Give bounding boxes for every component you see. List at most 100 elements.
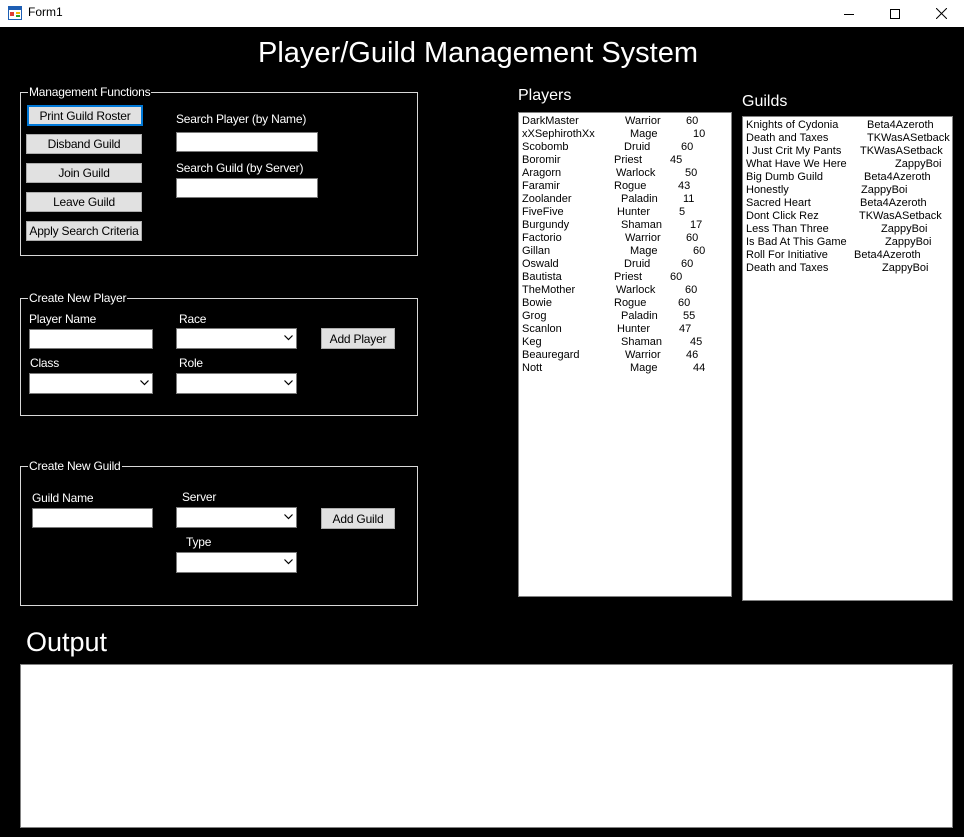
guild-list-item[interactable]: Big Dumb Guild Beta4Azeroth bbox=[746, 171, 952, 184]
leave-guild-button[interactable]: Leave Guild bbox=[26, 192, 142, 212]
player-class-cell: Hunter bbox=[617, 323, 651, 335]
class-dropdown[interactable] bbox=[29, 373, 153, 394]
window-title: Form1 bbox=[28, 5, 63, 19]
guild-list-item[interactable]: What Have We Here ZappyBoi bbox=[746, 158, 952, 171]
player-list-item[interactable]: FiveFive Hunter 5 bbox=[522, 206, 731, 219]
player-list-item[interactable]: DarkMaster Warrior 60 bbox=[522, 115, 731, 128]
type-dropdown[interactable] bbox=[176, 552, 297, 573]
search-player-input[interactable] bbox=[176, 132, 318, 152]
output-textbox[interactable] bbox=[20, 664, 953, 828]
guild-name-label: Guild Name bbox=[32, 491, 94, 505]
guild-list-item[interactable]: Death and Taxes ZappyBoi bbox=[746, 262, 952, 275]
guild-name-cell: Honestly bbox=[746, 184, 789, 196]
player-list-item[interactable]: xXSephirothXx Mage 10 bbox=[522, 128, 731, 141]
guild-server-cell: ZappyBoi bbox=[861, 184, 908, 196]
player-list-item[interactable]: Zoolander Paladin 11 bbox=[522, 193, 731, 206]
player-list-item[interactable]: Aragorn Warlock 50 bbox=[522, 167, 731, 180]
player-level-cell: 50 bbox=[685, 167, 698, 179]
player-list-item[interactable]: Keg Shaman 45 bbox=[522, 336, 731, 349]
player-list-item[interactable]: Factorio Warrior 60 bbox=[522, 232, 731, 245]
management-functions-title: Management Functions bbox=[28, 85, 152, 99]
player-list-item[interactable]: Faramir Rogue 43 bbox=[522, 180, 731, 193]
disband-guild-button[interactable]: Disband Guild bbox=[26, 134, 142, 154]
apply-search-criteria-button[interactable]: Apply Search Criteria bbox=[26, 221, 142, 241]
close-icon bbox=[935, 8, 947, 19]
player-class-cell: Priest bbox=[614, 271, 643, 283]
player-name-cell: Scanlon bbox=[522, 323, 562, 335]
player-list-item[interactable]: Bowie Rogue 60 bbox=[522, 297, 731, 310]
search-guild-input[interactable] bbox=[176, 178, 318, 198]
player-level-cell: 5 bbox=[679, 206, 686, 218]
player-list-item[interactable]: Bautista Priest 60 bbox=[522, 271, 731, 284]
player-name-cell: Boromir bbox=[522, 154, 561, 166]
player-level-cell: 46 bbox=[686, 349, 699, 361]
guild-name-cell: Is Bad At This Game bbox=[746, 236, 847, 248]
add-player-button[interactable]: Add Player bbox=[321, 328, 395, 349]
player-level-cell: 60 bbox=[670, 271, 683, 283]
guild-list-item[interactable]: Roll For Initiative Beta4Azeroth bbox=[746, 249, 952, 262]
print-guild-roster-button[interactable]: Print Guild Roster bbox=[27, 105, 143, 126]
player-level-cell: 45 bbox=[670, 154, 683, 166]
race-label: Race bbox=[179, 312, 207, 326]
player-list-item[interactable]: Burgundy Shaman 17 bbox=[522, 219, 731, 232]
close-button[interactable] bbox=[918, 0, 964, 27]
player-list-item[interactable]: Boromir Priest 45 bbox=[522, 154, 731, 167]
guild-name-cell: Less Than Three bbox=[746, 223, 829, 235]
player-level-cell: 17 bbox=[690, 219, 703, 231]
player-class-cell: Warlock bbox=[616, 284, 656, 296]
guild-name-cell: Death and Taxes bbox=[746, 132, 829, 144]
guild-list-item[interactable]: Knights of Cydonia Beta4Azeroth bbox=[746, 119, 952, 132]
class-label: Class bbox=[30, 356, 60, 370]
guild-name-cell: Death and Taxes bbox=[746, 262, 829, 274]
player-class-cell: Rogue bbox=[614, 297, 647, 309]
app-icon bbox=[8, 6, 22, 20]
guild-list-item[interactable]: I Just Crit My Pants TKWasASetback bbox=[746, 145, 952, 158]
chevron-down-icon bbox=[284, 335, 293, 341]
guilds-heading: Guilds bbox=[742, 93, 788, 110]
player-name-cell: Bowie bbox=[522, 297, 552, 309]
player-list-item[interactable]: Scanlon Hunter 47 bbox=[522, 323, 731, 336]
guilds-listbox[interactable]: Knights of Cydonia Beta4Azeroth Death and … bbox=[742, 116, 953, 601]
player-list-item[interactable]: Beauregard Warrior 46 bbox=[522, 349, 731, 362]
role-dropdown[interactable] bbox=[176, 373, 297, 394]
minimize-button[interactable] bbox=[826, 0, 872, 27]
player-name-label: Player Name bbox=[29, 312, 97, 326]
player-list-item[interactable]: TheMother Warlock 60 bbox=[522, 284, 731, 297]
player-list-item[interactable]: Nott Mage 44 bbox=[522, 362, 731, 375]
guild-list-item[interactable]: Less Than Three ZappyBoi bbox=[746, 223, 952, 236]
guild-list-item[interactable]: Is Bad At This Game ZappyBoi bbox=[746, 236, 952, 249]
maximize-icon bbox=[890, 8, 900, 19]
player-list-item[interactable]: Scobomb Druid 60 bbox=[522, 141, 731, 154]
player-class-cell: Paladin bbox=[621, 310, 658, 322]
add-guild-button[interactable]: Add Guild bbox=[321, 508, 395, 529]
player-name-input[interactable] bbox=[29, 329, 153, 349]
guild-name-input[interactable] bbox=[32, 508, 153, 528]
role-label: Role bbox=[179, 356, 203, 370]
player-class-cell: Paladin bbox=[621, 193, 658, 205]
server-dropdown[interactable] bbox=[176, 507, 297, 528]
form-client-area: Player/Guild Management System Managemen… bbox=[0, 27, 964, 837]
guild-list-item[interactable]: Dont Click Rez TKWasASetback bbox=[746, 210, 952, 223]
guild-list-item[interactable]: Death and Taxes TKWasASetback bbox=[746, 132, 952, 145]
guild-list-item[interactable]: Sacred Heart Beta4Azeroth bbox=[746, 197, 952, 210]
race-dropdown[interactable] bbox=[176, 328, 297, 349]
player-class-cell: Shaman bbox=[621, 219, 662, 231]
player-level-cell: 11 bbox=[683, 193, 695, 205]
type-label: Type bbox=[186, 535, 212, 549]
guild-server-cell: ZappyBoi bbox=[885, 236, 932, 248]
maximize-button[interactable] bbox=[872, 0, 918, 27]
player-list-item[interactable]: Gillan Mage 60 bbox=[522, 245, 731, 258]
player-list-item[interactable]: Oswald Druid 60 bbox=[522, 258, 731, 271]
players-listbox[interactable]: DarkMaster Warrior 60 xXSephirothXx Mage 10 Sc… bbox=[518, 112, 732, 597]
player-level-cell: 55 bbox=[683, 310, 696, 322]
create-new-guild-title: Create New Guild bbox=[28, 459, 122, 473]
guild-server-cell: ZappyBoi bbox=[895, 158, 942, 170]
minimize-icon bbox=[844, 13, 854, 15]
guild-server-cell: Beta4Azeroth bbox=[867, 119, 934, 131]
join-guild-button[interactable]: Join Guild bbox=[26, 163, 142, 183]
player-name-cell: Burgundy bbox=[522, 219, 570, 231]
guild-list-item[interactable]: Honestly ZappyBoi bbox=[746, 184, 952, 197]
player-class-cell: Rogue bbox=[614, 180, 647, 192]
player-list-item[interactable]: Grog Paladin 55 bbox=[522, 310, 731, 323]
player-name-cell: FiveFive bbox=[522, 206, 564, 218]
